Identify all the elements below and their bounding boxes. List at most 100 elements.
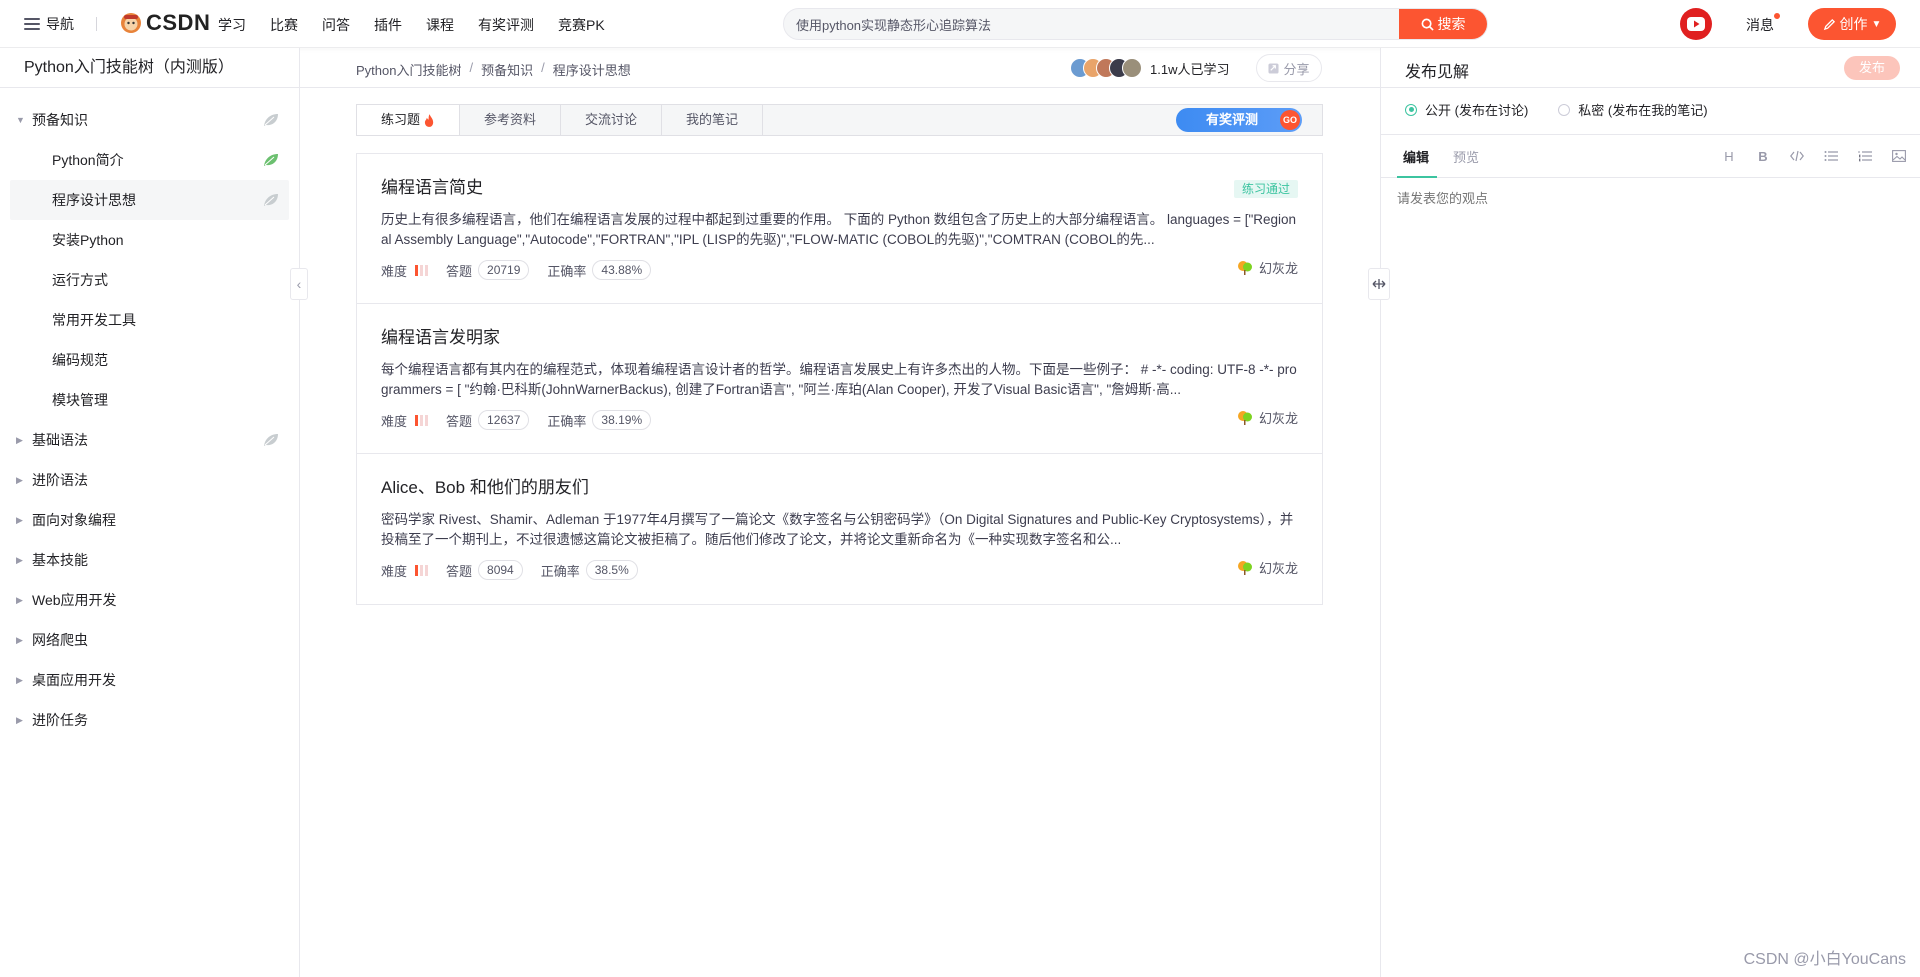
sidebar-item[interactable]: Python简介	[10, 140, 289, 180]
caret-right-icon[interactable]: ▶	[16, 660, 23, 700]
tab-my-notes[interactable]: 我的笔记	[662, 105, 764, 135]
sidebar-item[interactable]: 程序设计思想	[10, 180, 289, 220]
radio-public[interactable]: 公开 (发布在讨论)	[1405, 100, 1528, 119]
go-badge: GO	[1280, 110, 1300, 130]
difficulty-bar	[425, 264, 429, 276]
exercise-card[interactable]: 编程语言简史 练习通过 历史上有很多编程语言，他们在编程语言发展的过程中都起到过重要…	[357, 154, 1322, 304]
answers-count: 8094	[478, 560, 523, 580]
pen-icon	[1823, 18, 1835, 30]
sidebar-item-label: 安装Python	[52, 232, 124, 248]
exercise-card[interactable]: 编程语言发明家 每个编程语言都有其内在的编程范式，体现着编程语言设计者的哲学。编程…	[357, 304, 1322, 454]
sidebar-item[interactable]: ▶ 进阶语法	[10, 460, 289, 500]
sidebar-item[interactable]: 编码规范	[10, 340, 289, 380]
caret-right-icon[interactable]: ▶	[16, 700, 23, 740]
sidebar-item[interactable]: ▶ 基础语法	[10, 420, 289, 460]
tab-exercises[interactable]: 练习题	[357, 105, 461, 135]
author[interactable]: 幻灰龙	[1237, 558, 1298, 577]
author-avatar-icon	[1237, 260, 1252, 275]
tab-preview[interactable]: 预览	[1453, 147, 1479, 166]
exercise-title[interactable]: 编程语言发明家	[381, 326, 1298, 350]
main-content: Python入门技能树 / 预备知识 / 程序设计思想 1.1w人已学习 分享 …	[300, 48, 1380, 977]
opinion-textarea[interactable]	[1397, 188, 1905, 788]
exercise-card[interactable]: Alice、Bob 和他们的朋友们密码学家 Rivest、Shamir、Adle…	[357, 454, 1322, 604]
exercise-title[interactable]: 编程语言简史	[381, 176, 1298, 200]
search-button[interactable]: 搜索	[1399, 9, 1487, 39]
content-tabs: 练习题 参考资料 交流讨论 我的笔记 有奖评测 GO	[356, 104, 1323, 136]
nav-item-plugin[interactable]: 插件	[374, 15, 402, 35]
caret-right-icon[interactable]: ▶	[16, 460, 23, 500]
breadcrumb-separator: /	[541, 60, 545, 75]
share-button[interactable]: 分享	[1256, 54, 1322, 82]
resize-arrows-icon	[1372, 279, 1386, 289]
heading-icon[interactable]: H	[1721, 147, 1737, 165]
sidebar-item[interactable]: ▼ 预备知识	[10, 100, 289, 140]
accuracy-value: 38.5%	[585, 560, 638, 580]
nav-item-review[interactable]: 有奖评测	[478, 15, 534, 35]
code-icon[interactable]	[1789, 147, 1805, 165]
sidebar-item[interactable]: 模块管理	[10, 380, 289, 420]
breadcrumb-item[interactable]: 程序设计思想	[553, 60, 631, 79]
nav-item-qa[interactable]: 问答	[322, 15, 350, 35]
sidebar-item[interactable]: ▶ 进阶任务	[10, 700, 289, 740]
caret-right-icon[interactable]: ▶	[16, 500, 23, 540]
exercise-description: 密码学家 Rivest、Shamir、Adleman 于1977年4月撰写了一篇…	[381, 512, 1294, 547]
share-icon	[1268, 62, 1280, 74]
collapse-sidebar-button[interactable]: ‹	[290, 268, 308, 300]
reward-review-button[interactable]: 有奖评测 GO	[1176, 108, 1302, 132]
numbered-list-icon[interactable]	[1857, 147, 1873, 165]
create-button[interactable]: 创作 ▼	[1808, 8, 1896, 40]
radio-private[interactable]: 私密 (发布在我的笔记)	[1558, 100, 1708, 119]
sidebar-item-label: 网络爬虫	[32, 632, 88, 648]
tab-references[interactable]: 参考资料	[460, 105, 562, 135]
status-badge: 练习通过	[1233, 180, 1298, 198]
breadcrumb-item[interactable]: Python入门技能树	[356, 60, 461, 79]
logo-text: CSDN	[146, 10, 211, 35]
image-icon[interactable]	[1891, 147, 1907, 165]
sidebar-item[interactable]: ▶ 面向对象编程	[10, 500, 289, 540]
author-avatar-icon	[1237, 560, 1252, 575]
messages-link[interactable]: 消息	[1746, 13, 1780, 35]
sidebar-item[interactable]: 常用开发工具	[10, 300, 289, 340]
search-button-label: 搜索	[1437, 16, 1466, 32]
accuracy-label: 正确率	[547, 413, 587, 429]
nav-menu-button[interactable]: 导航	[24, 14, 74, 34]
publish-button[interactable]: 发布	[1844, 56, 1900, 80]
bold-icon[interactable]: B	[1755, 147, 1771, 165]
sidebar-item[interactable]: 运行方式	[10, 260, 289, 300]
author[interactable]: 幻灰龙	[1237, 258, 1298, 277]
bullet-list-icon[interactable]	[1823, 147, 1839, 165]
sidebar-item[interactable]: ▶ 网络爬虫	[10, 620, 289, 660]
exercise-meta: 难度 答题 8094 正确率 38.5%	[381, 560, 656, 580]
chevron-left-icon: ‹	[296, 276, 302, 292]
user-avatar[interactable]	[1680, 8, 1712, 40]
monkey-logo-icon	[121, 13, 141, 33]
nav-item-contest[interactable]: 比赛	[270, 15, 298, 35]
sidebar-item[interactable]: 安装Python	[10, 220, 289, 260]
caret-down-icon[interactable]: ▼	[16, 100, 25, 140]
unread-dot	[1774, 13, 1780, 19]
sidebar-item[interactable]: ▶ 基本技能	[10, 540, 289, 580]
caret-right-icon[interactable]: ▶	[16, 420, 23, 460]
search-input[interactable]	[784, 9, 1400, 39]
tab-edit[interactable]: 编辑	[1403, 147, 1429, 166]
caret-right-icon[interactable]: ▶	[16, 580, 23, 620]
caret-right-icon[interactable]: ▶	[16, 620, 23, 660]
tab-discussion[interactable]: 交流讨论	[561, 105, 663, 135]
sidebar-item-label: 进阶任务	[32, 712, 88, 728]
nav-item-learn[interactable]: 学习	[218, 15, 246, 35]
sidebar-item[interactable]: ▶ 桌面应用开发	[10, 660, 289, 700]
sidebar-item[interactable]: ▶ Web应用开发	[10, 580, 289, 620]
exercise-title[interactable]: Alice、Bob 和他们的朋友们	[381, 476, 1298, 500]
resize-handle[interactable]	[1368, 268, 1390, 300]
csdn-logo[interactable]: CSDN	[120, 10, 210, 36]
leaf-icon	[264, 434, 278, 446]
difficulty-indicator	[415, 414, 429, 426]
nav-item-course[interactable]: 课程	[426, 15, 454, 35]
visibility-options: 公开 (发布在讨论) 私密 (发布在我的笔记)	[1405, 100, 1708, 119]
answers-label: 答题	[446, 413, 473, 429]
breadcrumb-item[interactable]: 预备知识	[481, 60, 533, 79]
caret-right-icon[interactable]: ▶	[16, 540, 23, 580]
nav-item-pk[interactable]: 竞赛PK	[558, 15, 605, 35]
author[interactable]: 幻灰龙	[1237, 408, 1298, 427]
sidebar-item-label: 程序设计思想	[52, 192, 136, 208]
